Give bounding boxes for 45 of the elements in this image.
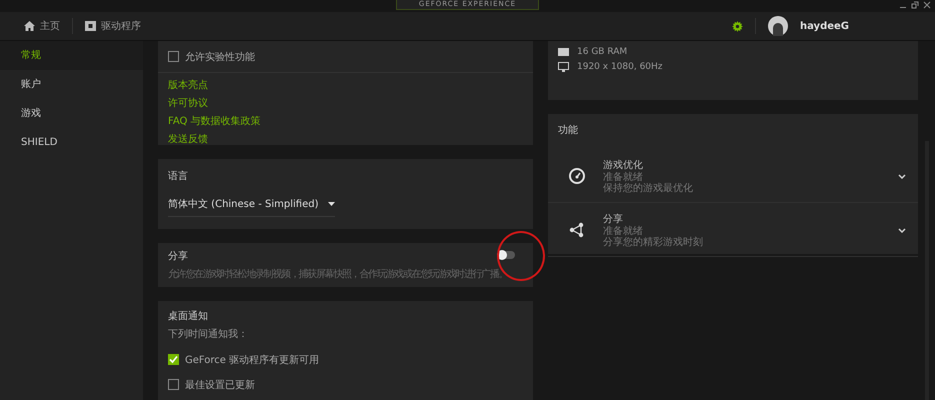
share-toggle[interactable] [499,251,515,260]
sidebar-item[interactable]: 游戏 [0,99,143,128]
system-info: 1920 x 1080, 60Hz [577,62,663,72]
avatar-icon[interactable] [768,16,788,36]
section-title: 功能 [557,124,579,138]
memory-icon [558,48,569,56]
feature-name: 游戏优化 [603,158,643,172]
link[interactable]: 许可协议 [168,98,208,109]
home-icon [24,21,35,31]
nav-tab[interactable]: 主页 [24,17,60,35]
link[interactable]: FAQ 与数据收集政策 [168,116,261,127]
checkbox-label: GeForce 驱动程序有更新可用 [185,354,320,367]
feature-description: 保持您的游戏最优化 [603,183,693,194]
link[interactable]: 发送反馈 [168,134,208,145]
system-info: 16 GB RAM [577,47,628,57]
checkbox-label: 允许实验性功能 [185,50,255,64]
monitor-icon [558,62,569,72]
restore-icon[interactable] [911,1,919,9]
link[interactable]: 版本亮点 [168,80,208,91]
checkbox[interactable] [168,51,179,62]
feature-description: 分享您的精彩游戏时刻 [603,237,703,248]
section-title: 语言 [168,170,188,184]
checkbox-label: 最佳设置已更新 [185,378,255,392]
feature-status: 准备就绪 [603,172,643,183]
gauge-icon [569,168,585,184]
language-dropdown[interactable]: 简体中文 (Chinese - Simplified) [168,197,336,218]
chevron-icon[interactable] [898,228,906,232]
section-subtitle: 下列时间通知我： [168,328,248,342]
sidebar-item[interactable]: SHIELD [0,128,143,157]
caret-icon [328,202,336,206]
nav-tab[interactable]: 驱动程序 [85,17,141,35]
checkbox[interactable] [168,354,179,366]
sidebar-item[interactable]: 账户 [0,70,143,99]
sidebar-item[interactable]: 常规 [0,41,143,70]
settings-icon[interactable] [732,20,743,32]
feature-status: 准备就绪 [603,226,643,237]
user-name[interactable]: haydeeG [800,20,849,32]
close-icon[interactable] [923,1,931,9]
section-title: 桌面通知 [168,310,208,324]
share-icon [569,222,585,238]
feature-name: 分享 [603,212,623,226]
checkbox[interactable] [168,379,179,390]
chevron-icon[interactable] [898,174,906,178]
chip-icon [85,21,96,31]
section-title: 分享 [168,250,188,264]
